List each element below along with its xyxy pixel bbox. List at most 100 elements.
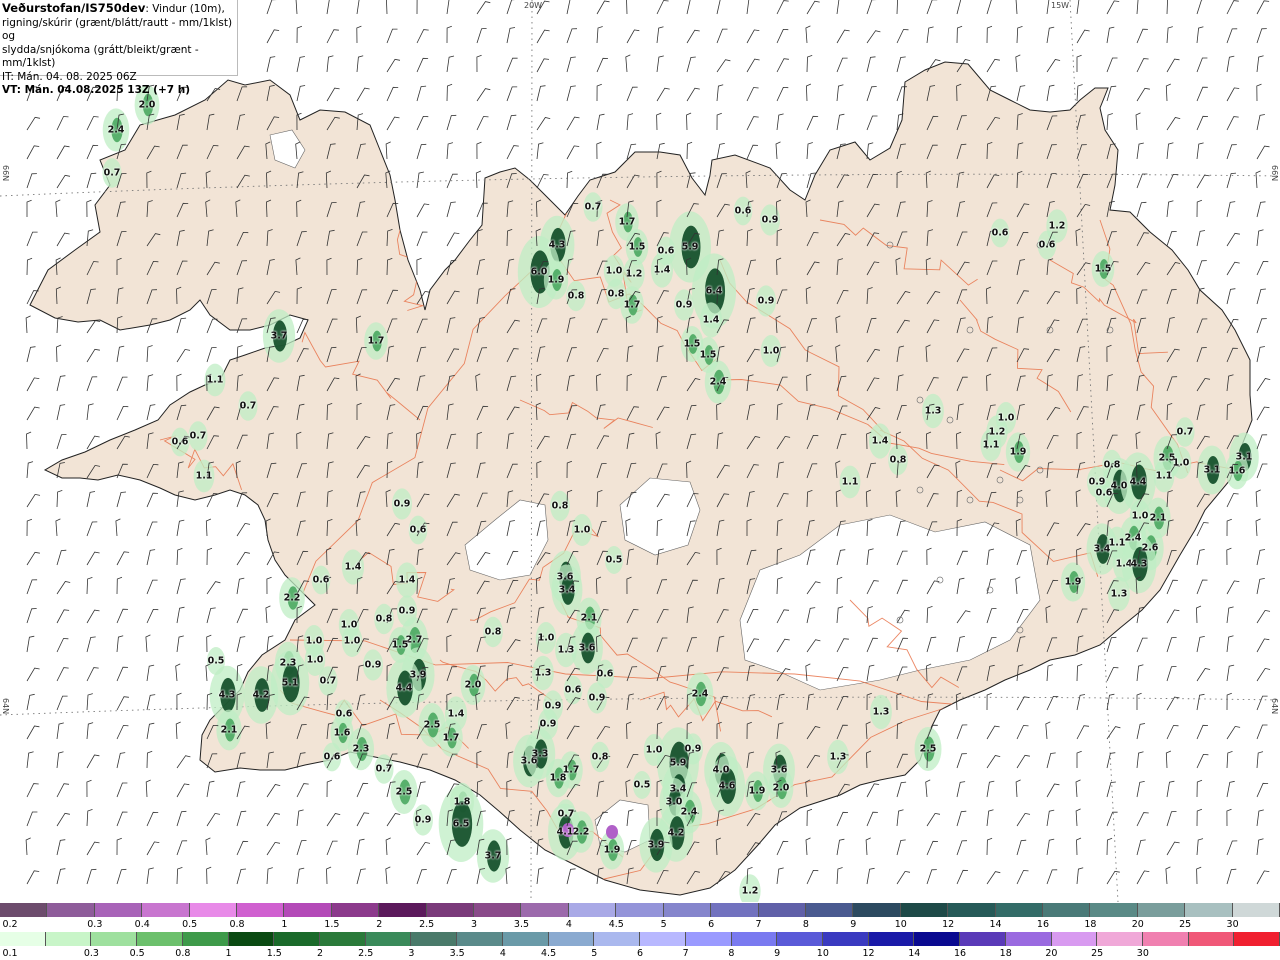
precip-value-label: 0.6: [323, 751, 341, 763]
legend-label: 1: [281, 919, 288, 930]
legend-swatch: [1051, 932, 1098, 946]
legend-swatch: [502, 932, 549, 946]
legend-row-rain: [0, 932, 1280, 946]
precip-value-label: 1.3: [924, 405, 942, 417]
legend-label: 3.5: [513, 919, 530, 930]
legend-label: 14: [989, 919, 1002, 930]
legend-label: 9: [850, 919, 857, 930]
precip-value-label: 2.3: [352, 743, 370, 755]
legend-swatch: [948, 903, 996, 917]
legend-swatch: [45, 932, 92, 946]
title-desc-2: rigning/skúrir (grænt/blátt/rautt - mm/1…: [2, 16, 233, 43]
legend-swatch: [365, 932, 412, 946]
legend-label: 18: [999, 948, 1012, 959]
precip-value-label: 0.6: [596, 668, 614, 680]
legend-row-snow: [0, 903, 1280, 917]
precip-value-label: 1.0: [537, 632, 555, 644]
precip-value-label: 0.6: [991, 227, 1009, 239]
legend-swatch: [616, 903, 664, 917]
legend-label: 4: [565, 919, 572, 930]
precip-value-label: 2.0: [772, 782, 790, 794]
precip-value-label: 1.3: [829, 751, 847, 763]
precip-value-label: 1.0: [1172, 457, 1190, 469]
legend-label: 0.5: [182, 919, 198, 930]
precip-value-label: 1.4: [344, 561, 362, 573]
precip-value-label: 4.4: [1129, 476, 1147, 488]
legend-swatch: [331, 903, 380, 917]
legend-label: 0.4: [134, 919, 150, 930]
legend-swatch: [0, 903, 48, 917]
legend-label: 25: [1091, 948, 1104, 959]
legend-label: 20: [1131, 919, 1144, 930]
legend-swatch: [426, 903, 475, 917]
precip-value-label: 1.1: [206, 374, 224, 386]
precip-value-label: 4.2: [667, 827, 685, 839]
legend-label: 10: [816, 948, 829, 959]
legend-swatch: [284, 903, 332, 917]
precip-value-label: 1.0: [306, 654, 324, 666]
precip-value-label: 3.4: [558, 584, 576, 596]
precip-value-label: 4.3: [548, 239, 566, 251]
precip-value-label: 0.6: [1038, 239, 1056, 251]
legend-label: 18: [1084, 919, 1097, 930]
precip-value-label: 0.7: [239, 400, 257, 412]
model-source: Veðurstofan/IS750dev: [2, 1, 146, 15]
legend-label: 1: [225, 948, 232, 959]
precip-value-label: 3.1: [1235, 451, 1253, 463]
map-area[interactable]: Veðurstofan/IS750dev: Vindur (10m), rign…: [0, 0, 1280, 902]
legend-swatch: [822, 932, 869, 946]
legend-label: 7: [682, 948, 689, 959]
precip-value-label: 1.3: [534, 667, 552, 679]
precip-value-label: 4.2: [252, 689, 270, 701]
precip-value-label: 0.7: [375, 763, 393, 775]
legend-swatch: [228, 932, 275, 946]
precip-value-label: 0.6: [1095, 487, 1113, 499]
legend-label: 0.5: [129, 948, 145, 959]
precip-value-label: 0.5: [207, 655, 225, 667]
legend-swatch: [1232, 903, 1280, 917]
init-time: IT: Mán. 04. 08. 2025 06Z: [2, 70, 137, 83]
precip-value-label: 1.5: [683, 338, 701, 350]
precip-value-label: 2.2: [283, 592, 301, 604]
legend-swatch: [868, 932, 915, 946]
legend-swatch: [237, 903, 285, 917]
precip-value-label: 1.1: [1155, 470, 1173, 482]
precip-value-label: 1.6: [333, 727, 351, 739]
precip-value-label: 2.5: [423, 719, 441, 731]
precip-value-label: 0.9: [364, 659, 382, 671]
map-canvas: [0, 0, 1280, 902]
legend-label: 16: [1036, 919, 1049, 930]
precip-value-label: 0.9: [539, 718, 557, 730]
legend-label: 4.5: [541, 948, 557, 959]
legend-label: 2: [316, 948, 324, 959]
legend-label: 0.8: [175, 948, 191, 959]
title-desc-1: : Vindur (10m),: [145, 3, 225, 15]
legend-swatch: [457, 932, 503, 946]
legend-swatch: [1097, 932, 1143, 946]
lat-label-66n-left: 66N: [1, 165, 10, 182]
precip-value-label: 0.7: [584, 201, 602, 213]
precip-value-label: 1.5: [699, 349, 717, 361]
precip-value-label: 1.3: [1110, 588, 1128, 600]
precip-value-label: 0.9: [761, 214, 779, 226]
precip-value-label: 1.7: [367, 335, 385, 347]
legend-label: 1.5: [324, 919, 340, 930]
legend-swatch: [900, 903, 949, 917]
legend-label: 5: [591, 948, 598, 959]
precip-value-label: 1.9: [603, 844, 621, 856]
legend-swatch: [568, 903, 617, 917]
legend-swatch: [1188, 932, 1235, 946]
legend-swatch: [411, 932, 458, 946]
legend-swatch: [914, 932, 961, 946]
legend-label: 0.8: [229, 919, 245, 930]
legend-swatch: [379, 903, 427, 917]
precip-value-label: 0.8: [889, 454, 907, 466]
precip-value-label: 1.0: [340, 619, 358, 631]
legend-label: 6: [636, 948, 644, 959]
precip-value-label: 1.2: [625, 268, 643, 280]
precip-value-label: 4.3: [1130, 558, 1148, 570]
precip-value-label: 3.4: [669, 783, 687, 795]
legend-label: 14: [908, 948, 921, 959]
precip-value-label: 0.8: [567, 290, 585, 302]
precip-value-label: 3.6: [556, 571, 574, 583]
